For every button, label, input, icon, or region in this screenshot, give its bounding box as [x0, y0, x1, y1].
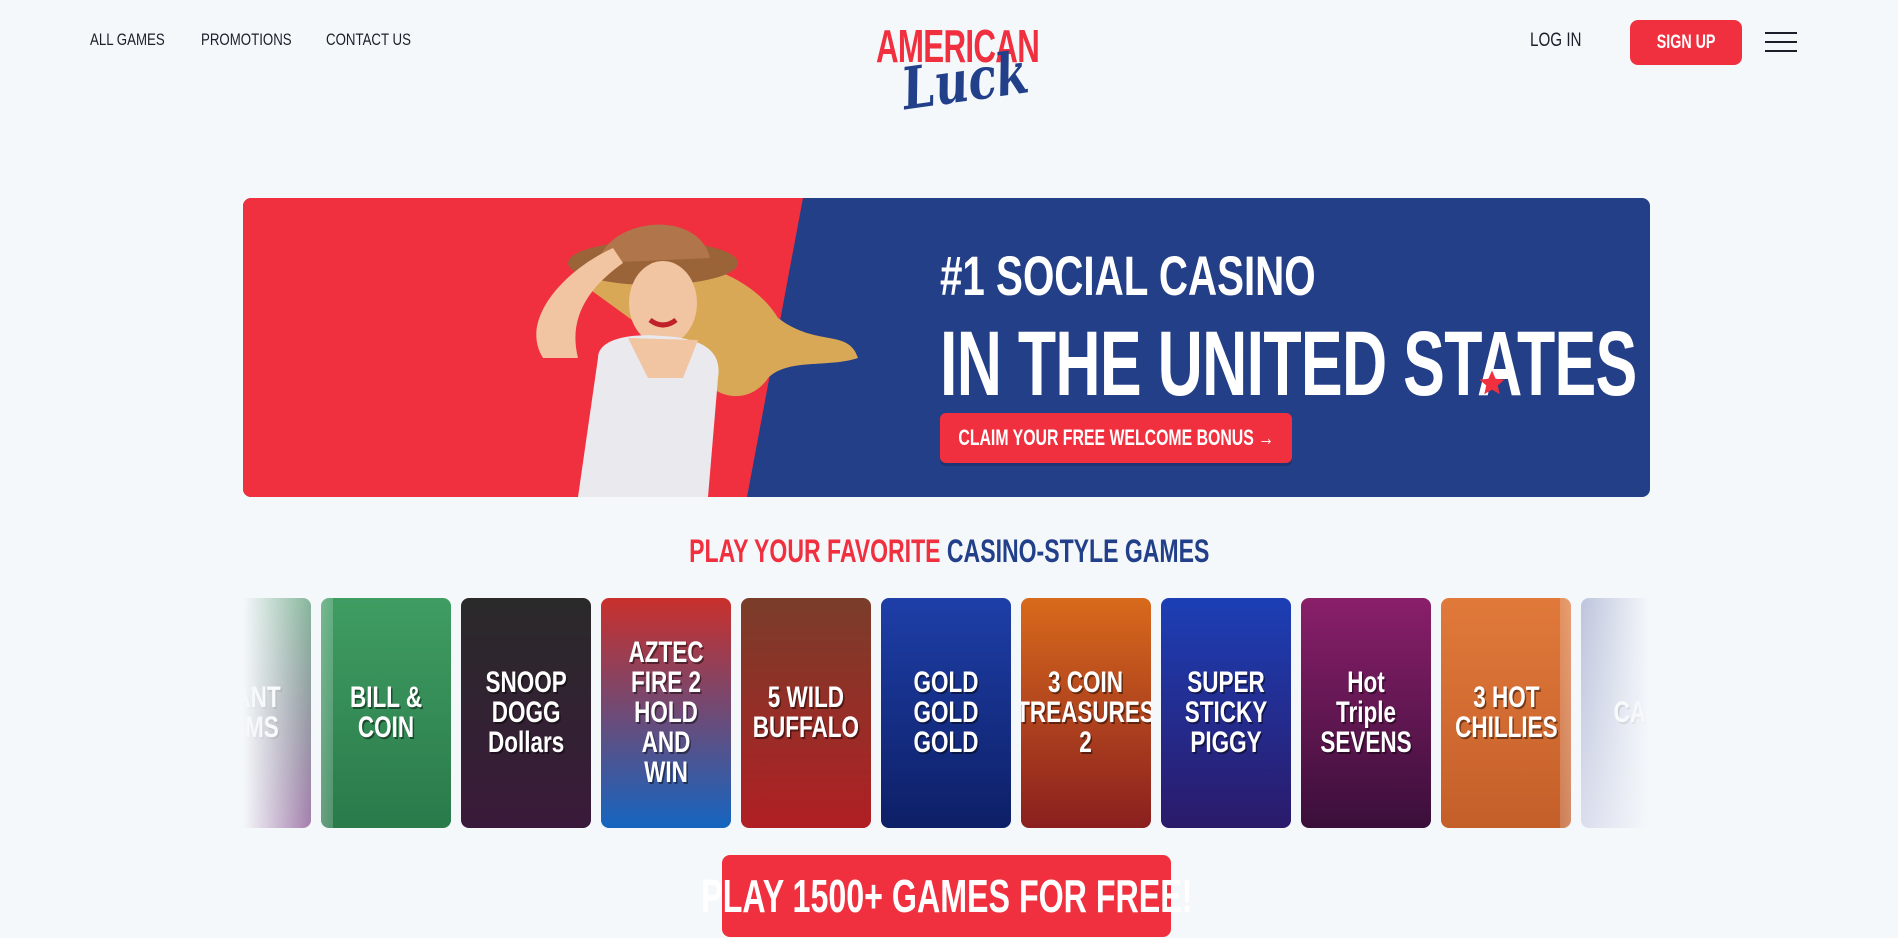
game-title: Hot Triple SEVENS: [1320, 666, 1412, 759]
game-tile[interactable]: 5 WILD BUFFALO: [741, 598, 871, 828]
hero-subheadline: IN THE UNITED STATES: [940, 313, 1637, 415]
hero-headline: #1 SOCIAL CASINO: [940, 244, 1316, 307]
star-icon: [1479, 370, 1505, 395]
game-title: 5 WILD BUFFALO: [752, 681, 860, 744]
logo-script: Luck: [897, 38, 1033, 124]
signup-button[interactable]: SIGN UP: [1630, 20, 1742, 65]
game-tile[interactable]: 3 HOT CHILLIES: [1441, 598, 1571, 828]
game-title: BILL & COIN: [349, 681, 423, 744]
cowgirl-illustration: [536, 224, 858, 497]
game-title: SUPER STICKY PIGGY: [1184, 666, 1268, 759]
brand-logo[interactable]: AMERICAN Luck: [876, 22, 1040, 123]
game-tile[interactable]: CASH: [1581, 598, 1650, 828]
signup-label: SIGN UP: [1656, 31, 1716, 53]
game-title: SNOOP DOGG Dollars: [485, 666, 567, 759]
game-tile[interactable]: Hot Triple SEVENS: [1301, 598, 1431, 828]
game-title: CASH: [1614, 696, 1650, 729]
game-tile[interactable]: BILL & COIN: [321, 598, 451, 828]
game-tile[interactable]: GOLD GOLD GOLD: [881, 598, 1011, 828]
game-title: 3 HOT CHILLIES: [1454, 681, 1558, 744]
game-title: 3 COIN TREASURES 2: [1021, 666, 1151, 759]
game-tile[interactable]: SNOOP DOGG Dollars: [461, 598, 591, 828]
claim-bonus-label: CLAIM YOUR FREE WELCOME BONUS →: [958, 425, 1274, 450]
title-part-casino: CASINO-STYLE GAMES: [946, 533, 1210, 569]
game-title: GOLD GOLD GOLD: [913, 666, 979, 759]
game-tile[interactable]: AZTEC FIRE 2 HOLD AND WIN: [601, 598, 731, 828]
game-tile[interactable]: 3 COIN TREASURES 2: [1021, 598, 1151, 828]
hero-banner[interactable]: #1 SOCIAL CASINO IN THE UNITED STATES CL…: [243, 198, 1650, 497]
game-tile[interactable]: GIANT GEMS: [243, 598, 311, 828]
game-tile[interactable]: SUPER STICKY PIGGY: [1161, 598, 1291, 828]
site-header: ALL GAMES PROMOTIONS CONTACT US AMERICAN…: [0, 0, 1898, 130]
title-part-favorite: PLAY YOUR FAVORITE: [688, 533, 941, 569]
games-section-title: PLAY YOUR FAVORITE CASINO-STYLE GAMES: [0, 533, 1898, 570]
nav-contact-us[interactable]: CONTACT US: [326, 30, 427, 50]
game-title: GIANT GEMS: [243, 681, 281, 744]
claim-bonus-button[interactable]: CLAIM YOUR FREE WELCOME BONUS →: [940, 413, 1292, 463]
nav-promotions[interactable]: PROMOTIONS: [201, 30, 292, 50]
nav-all-games[interactable]: ALL GAMES: [90, 30, 170, 50]
game-title: AZTEC FIRE 2 HOLD AND WIN: [628, 636, 704, 789]
play-games-label: PLAY 1500+ GAMES FOR FREE!: [700, 870, 1193, 922]
main-nav: ALL GAMES PROMOTIONS CONTACT US: [90, 30, 464, 50]
play-games-button[interactable]: PLAY 1500+ GAMES FOR FREE!: [701, 855, 1192, 937]
login-link[interactable]: LOG IN: [1530, 30, 1582, 52]
hamburger-menu-icon[interactable]: [1765, 30, 1797, 54]
game-carousel[interactable]: GIANT GEMS BILL & COIN SNOOP DOGG Dollars A…: [243, 598, 1650, 828]
